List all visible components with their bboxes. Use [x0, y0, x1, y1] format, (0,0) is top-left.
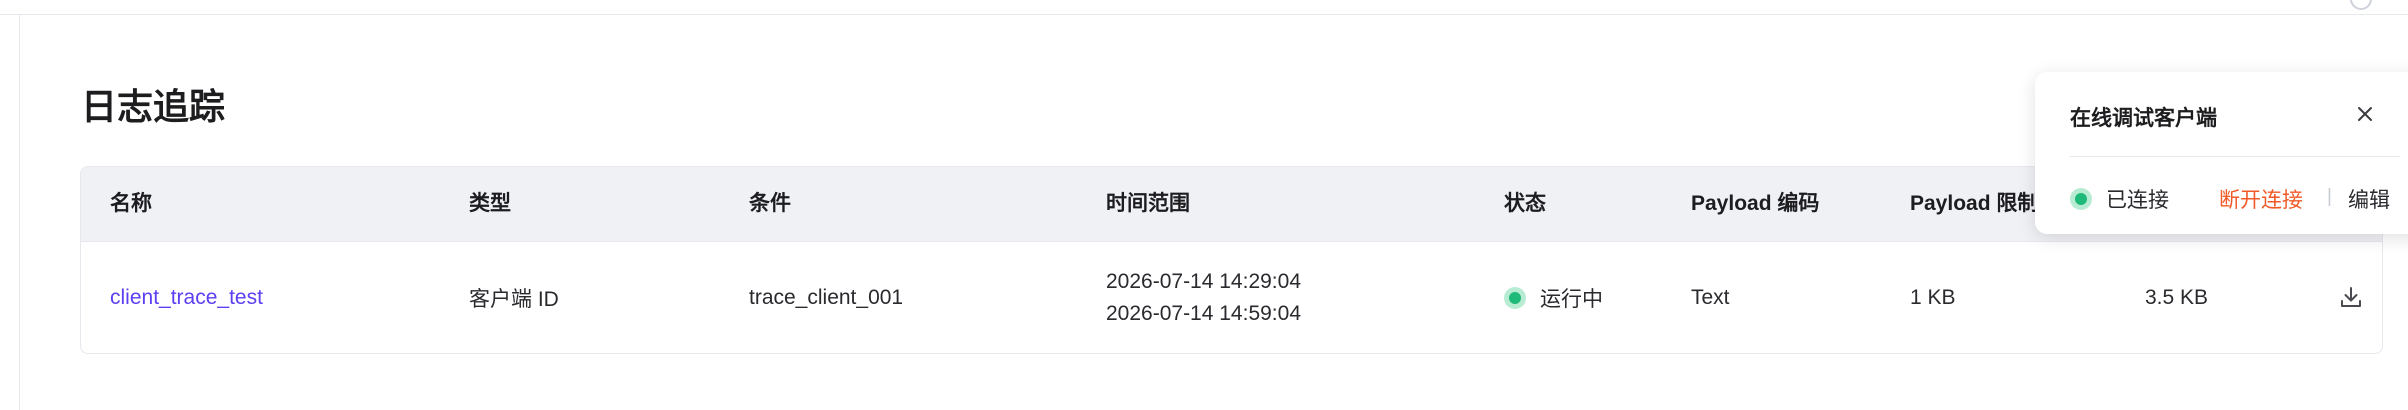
page-title: 日志追踪 — [81, 86, 226, 127]
time-range-start: 2026-07-14 14:29:04 — [1106, 269, 1301, 293]
trace-time-range: 2026-07-14 14:29:04 2026-07-14 14:59:04 — [1106, 242, 1301, 353]
connection-status: 已连接 — [2070, 184, 2169, 214]
debug-client-popover: 在线调试客户端 已连接 断开连接 | 编辑 — [2035, 72, 2408, 234]
trace-status: 运行中 — [1504, 242, 1603, 353]
popover-divider — [2070, 156, 2400, 157]
time-range-end: 2026-07-14 14:59:04 — [1106, 301, 1301, 325]
edit-button[interactable]: 编辑 — [2348, 184, 2390, 214]
trace-type: 客户端 ID — [469, 287, 559, 311]
table-row: client_trace_test 客户端 ID trace_client_00… — [81, 242, 2382, 353]
status-label: 运行中 — [1540, 287, 1603, 311]
top-bar — [0, 0, 2408, 15]
close-icon[interactable] — [2353, 102, 2377, 126]
column-header-type: 类型 — [469, 192, 511, 215]
trace-size: 3.5 KB — [2145, 285, 2209, 309]
column-header-condition: 条件 — [749, 192, 791, 215]
trace-payload-encoding: Text — [1691, 285, 1730, 309]
trace-payload-limit: 1 KB — [1910, 285, 1956, 309]
sidebar-divider — [19, 15, 20, 410]
status-connected-icon — [2070, 188, 2092, 210]
column-header-status: 状态 — [1504, 192, 1546, 215]
column-header-payload-limit: Payload 限制 — [1910, 192, 2039, 215]
trace-name-link[interactable]: client_trace_test — [110, 242, 263, 353]
column-header-name: 名称 — [110, 192, 152, 215]
popover-title: 在线调试客户端 — [2070, 107, 2217, 130]
status-running-icon — [1504, 286, 1526, 309]
action-separator: | — [2327, 186, 2332, 207]
column-header-payload-encoding: Payload 编码 — [1691, 192, 1820, 215]
column-header-time-range: 时间范围 — [1106, 192, 1190, 215]
connection-status-label: 已连接 — [2106, 189, 2169, 212]
trace-condition: trace_client_001 — [749, 285, 904, 309]
disconnect-button[interactable]: 断开连接 — [2219, 184, 2303, 214]
download-icon[interactable] — [2337, 283, 2365, 311]
